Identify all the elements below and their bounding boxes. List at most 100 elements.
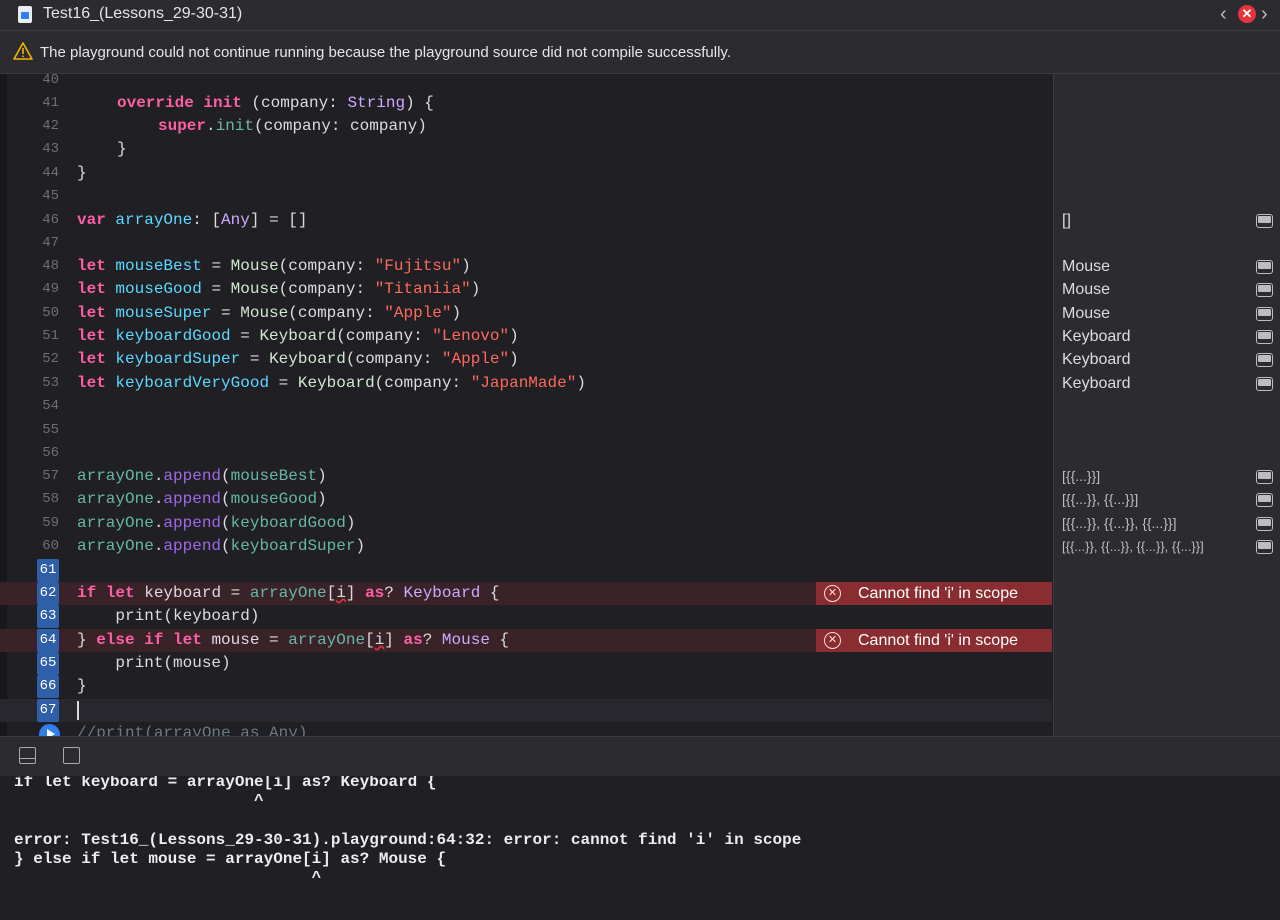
class-token: Keyboard xyxy=(259,327,337,345)
code-line[interactable]: arrayOne.append(keyboardSuper) xyxy=(0,535,1052,558)
code-line[interactable]: let keyboardVeryGood = Keyboard(company:… xyxy=(0,372,1052,395)
error-circle-icon: ✕ xyxy=(824,585,841,602)
code-token: (company: company) xyxy=(254,117,427,135)
code-line[interactable]: arrayOne.append(mouseBest) xyxy=(0,465,1052,488)
quick-look-toggle-icon[interactable] xyxy=(1256,353,1273,367)
keyword-token: let xyxy=(77,374,106,392)
quick-look-toggle-icon[interactable] xyxy=(1256,307,1273,321)
keyword-token: var xyxy=(77,211,106,229)
identifier-token: mouseBest xyxy=(230,467,318,485)
code-line[interactable]: print(keyboard) xyxy=(0,605,1052,628)
quick-look-toggle-icon[interactable] xyxy=(1256,260,1273,274)
code-token: (company: xyxy=(345,350,442,368)
code-token: (company: xyxy=(278,257,375,275)
code-token: } xyxy=(77,677,87,695)
code-token: ] xyxy=(384,631,404,649)
quick-look-toggle-icon[interactable] xyxy=(1256,330,1273,344)
code-editor[interactable]: 40 41 42 43 44 45 46 47 48 49 50 51 52 5… xyxy=(0,74,1052,736)
console-line: if let keyboard = arrayOne[i] as? Keyboa… xyxy=(14,776,437,791)
line-number-selected[interactable]: 67 xyxy=(37,699,59,722)
line-number: 47 xyxy=(42,235,59,251)
identifier-token: arrayOne xyxy=(288,631,366,649)
warning-message: The playground could not continue runnin… xyxy=(40,44,731,61)
code-line[interactable]: print(mouse) xyxy=(0,652,1052,675)
line-number: 55 xyxy=(42,422,59,438)
quick-look-toggle-icon[interactable] xyxy=(1256,470,1273,484)
code-line[interactable]: let mouseSuper = Mouse(company: "Apple") xyxy=(0,302,1052,325)
result-value: Mouse xyxy=(1062,305,1111,322)
keyword-token: else xyxy=(96,631,135,649)
class-token: Mouse xyxy=(240,304,289,322)
console-line: error: Test16_(Lessons_29-30-31).playgro… xyxy=(14,831,802,849)
string-token: "Apple" xyxy=(384,304,452,322)
string-token: "Apple" xyxy=(441,350,510,368)
code-line[interactable]: let keyboardSuper = Keyboard(company: "A… xyxy=(0,348,1052,371)
code-token: print(mouse) xyxy=(77,654,231,672)
comment-token: //print(arrayOne as Any) xyxy=(77,724,308,736)
code-line[interactable]: //print(arrayOne as Any) xyxy=(0,722,1052,736)
line-number-selected[interactable]: 61 xyxy=(37,559,59,582)
identifier-token: arrayOne xyxy=(77,467,154,485)
code-token: ? xyxy=(422,631,442,649)
error-circle-icon: ✕ xyxy=(824,632,841,649)
keyword-token: let xyxy=(77,280,106,298)
keyword-token: let xyxy=(77,327,106,345)
quick-look-toggle-icon[interactable] xyxy=(1256,214,1273,228)
code-line[interactable]: } xyxy=(0,138,1052,161)
debug-area-toolbar xyxy=(0,736,1280,777)
code-line[interactable]: override init (company: String) { xyxy=(0,92,1052,115)
code-line[interactable]: } xyxy=(0,162,1052,185)
keyword-token: if xyxy=(144,631,164,649)
code-line[interactable]: } xyxy=(0,675,1052,698)
code-line[interactable]: let mouseBest = Mouse(company: "Fujitsu"… xyxy=(0,255,1052,278)
code-line[interactable]: let keyboardGood = Keyboard(company: "Le… xyxy=(0,325,1052,348)
error-message: Cannot find 'i' in scope xyxy=(858,632,1018,649)
error-count-icon[interactable]: ✕ xyxy=(1238,5,1256,23)
inline-error-badge[interactable]: ✕ Cannot find 'i' in scope xyxy=(816,582,1052,605)
keyword-token: let xyxy=(77,304,106,322)
code-token: (company: xyxy=(278,280,375,298)
code-token: } xyxy=(77,631,97,649)
code-line[interactable]: super.init(company: company) xyxy=(0,115,1052,138)
console-output[interactable]: if let keyboard = arrayOne[i] as? Keyboa… xyxy=(0,776,1280,920)
code-token: ? xyxy=(384,584,404,602)
text-cursor xyxy=(77,701,79,720)
code-token: ) xyxy=(461,257,471,275)
keyword-token: as xyxy=(403,631,423,649)
string-token: "Titaniia" xyxy=(374,280,471,298)
code-token: ) xyxy=(470,280,481,298)
type-token: Keyboard xyxy=(403,584,481,602)
quick-look-toggle-icon[interactable] xyxy=(1256,377,1273,391)
class-token: Mouse xyxy=(230,257,279,275)
quick-look-toggle-icon[interactable] xyxy=(1256,517,1273,531)
quick-look-toggle-icon[interactable] xyxy=(1256,283,1273,297)
results-sidebar: [] Mouse Mouse Mouse Keyboard Keyboard K… xyxy=(1053,74,1280,736)
show-console-icon[interactable] xyxy=(63,747,80,764)
string-token: "Fujitsu" xyxy=(374,257,462,275)
code-line[interactable]: var arrayOne: [Any] = [] xyxy=(0,209,1052,232)
identifier-token: arrayOne xyxy=(77,537,154,555)
line-number: 54 xyxy=(42,398,59,414)
function-token: init xyxy=(215,117,255,135)
code-token: (company: xyxy=(336,327,433,345)
previous-issue-chevron-icon[interactable]: ‹ xyxy=(1220,3,1227,25)
current-line-highlight xyxy=(0,699,1052,722)
quick-look-toggle-icon[interactable] xyxy=(1256,493,1273,507)
window-titlebar: Test16_(Lessons_29-30-31) ‹ ✕ › xyxy=(0,0,1280,31)
code-line[interactable]: let mouseGood = Mouse(company: "Titaniia… xyxy=(0,278,1052,301)
code-token: { xyxy=(489,631,510,649)
code-token: [ xyxy=(326,584,337,602)
code-line[interactable]: arrayOne.append(keyboardGood) xyxy=(0,512,1052,535)
quick-look-toggle-icon[interactable] xyxy=(1256,540,1273,554)
code-token: : [ xyxy=(192,211,222,229)
next-issue-chevron-icon[interactable]: › xyxy=(1261,3,1268,25)
keyword-token: let xyxy=(105,584,135,602)
result-value: Keyboard xyxy=(1062,375,1131,392)
inline-error-badge[interactable]: ✕ Cannot find 'i' in scope xyxy=(816,629,1052,652)
hide-debug-area-icon[interactable] xyxy=(19,747,36,764)
type-token: Mouse xyxy=(441,631,490,649)
result-value: Mouse xyxy=(1062,281,1111,298)
code-line[interactable]: arrayOne.append(mouseGood) xyxy=(0,488,1052,511)
console-line: } else if let mouse = arrayOne[i] as? Mo… xyxy=(14,850,447,868)
